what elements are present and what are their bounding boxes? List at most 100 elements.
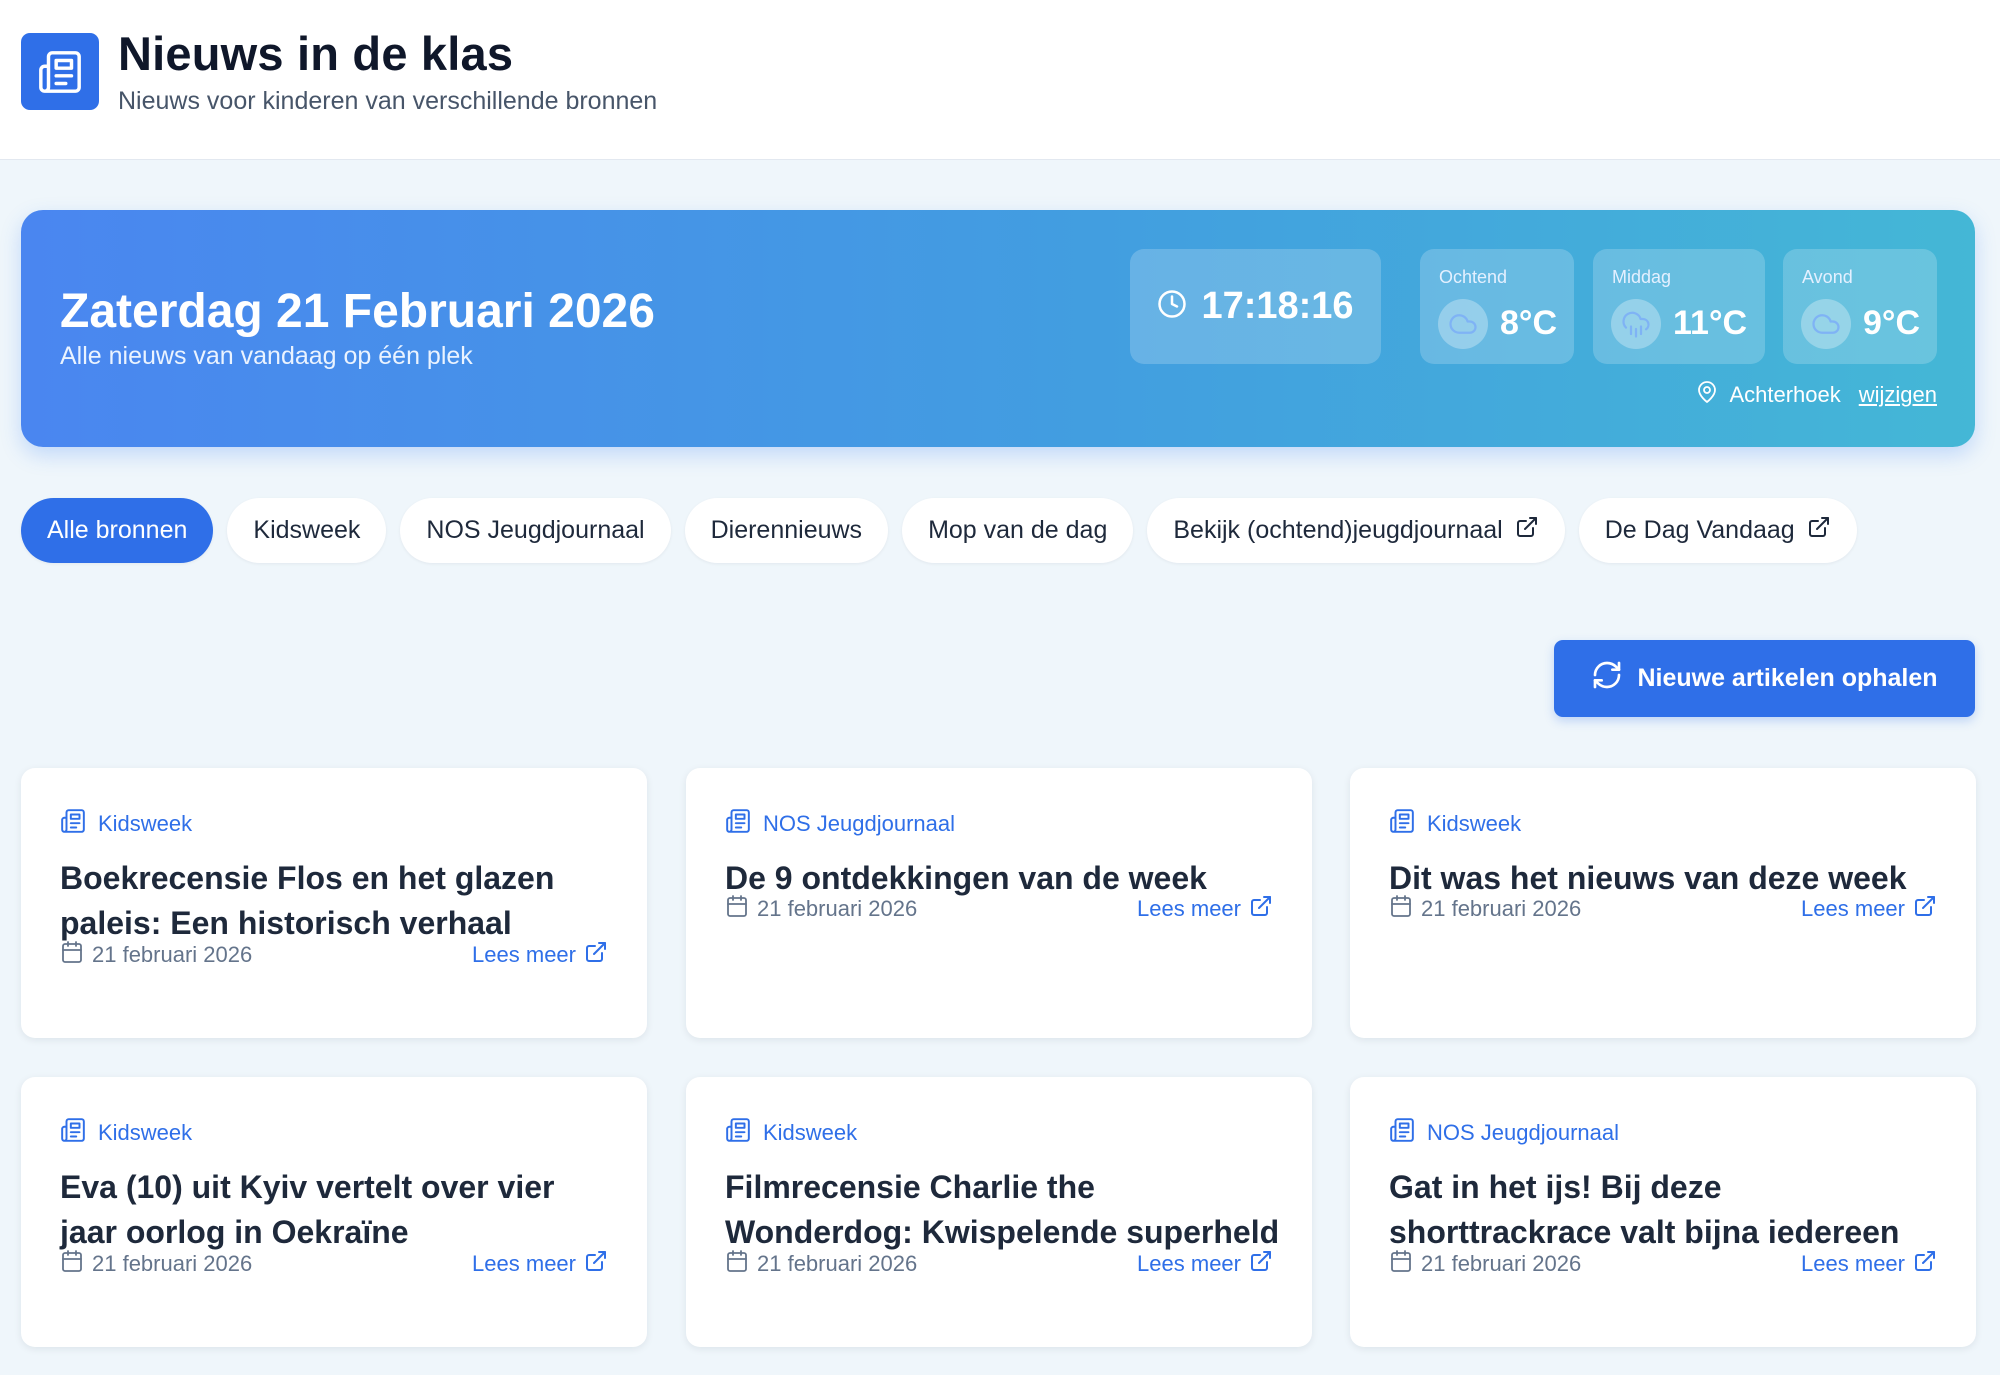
read-more-link[interactable]: Lees meer <box>1801 894 1937 924</box>
article-source-label: Kidsweek <box>763 1120 858 1145</box>
article-card[interactable]: Kidsweek Boekrecensie Flos en het glazen… <box>21 768 647 1038</box>
weather-label: Ochtend <box>1439 267 1508 287</box>
newspaper-icon <box>60 1117 86 1149</box>
article-source-label: Kidsweek <box>1427 811 1522 836</box>
newspaper-icon <box>725 1117 751 1149</box>
article-meta: 21 februari 2026 Lees meer <box>60 940 608 970</box>
calendar-icon <box>1389 894 1413 924</box>
article-date: 21 februari 2026 <box>60 1249 252 1279</box>
weather-evening: Avond 9°C <box>1783 249 1937 364</box>
calendar-icon <box>1389 1249 1413 1279</box>
filter-label: De Dag Vandaag <box>1604 516 1795 544</box>
article-card[interactable]: NOS Jeugdjournaal De 9 ontdekkingen van … <box>686 768 1312 1038</box>
cloud-icon <box>1801 299 1851 349</box>
newspaper-icon <box>60 808 86 840</box>
weather-temp: 11°C <box>1673 304 1748 342</box>
weather-afternoon: Middag 11°C <box>1593 249 1765 364</box>
filter-label: Dierennieuws <box>710 516 863 544</box>
refresh-label: Nieuwe artikelen ophalen <box>1637 664 1938 692</box>
newspaper-icon <box>1389 1117 1415 1149</box>
weather-morning: Ochtend 8°C <box>1420 249 1574 364</box>
refresh-icon <box>1591 659 1623 698</box>
weather-temp: 9°C <box>1863 304 1921 342</box>
article-source-label: NOS Jeugdjournaal <box>763 811 956 836</box>
calendar-icon <box>725 1249 749 1279</box>
external-link-icon <box>584 940 608 970</box>
external-link-icon <box>1913 1249 1937 1279</box>
article-date-label: 21 februari 2026 <box>1421 896 1582 921</box>
weather-label: Avond <box>1802 267 1853 287</box>
article-source: NOS Jeugdjournaal <box>725 808 955 840</box>
article-source: Kidsweek <box>60 1117 192 1149</box>
article-card[interactable]: Kidsweek Dit was het nieuws van deze wee… <box>1350 768 1976 1038</box>
read-more-link[interactable]: Lees meer <box>1801 1249 1937 1279</box>
external-link-icon <box>1249 1249 1273 1279</box>
filter-label: Bekijk (ochtend)jeugdjournaal <box>1173 516 1503 544</box>
banner-subtitle: Alle nieuws van vandaag op één plek <box>60 342 473 370</box>
newspaper-icon <box>21 33 99 110</box>
article-title[interactable]: Eva (10) uit Kyiv vertelt over vier jaar… <box>60 1165 615 1255</box>
external-link-icon <box>1807 515 1831 546</box>
article-card[interactable]: Kidsweek Filmrecensie Charlie the Wonder… <box>686 1077 1312 1347</box>
filter-label: Kidsweek <box>253 516 361 544</box>
article-date-label: 21 februari 2026 <box>1421 1251 1582 1276</box>
article-date: 21 februari 2026 <box>1389 894 1581 924</box>
change-location-link[interactable]: wijzigen <box>1859 382 1937 408</box>
read-more-label: Lees meer <box>472 942 576 967</box>
read-more-link[interactable]: Lees meer <box>472 940 608 970</box>
app-title: Nieuws in de klas <box>118 27 514 80</box>
filter-kidsweek[interactable]: Kidsweek <box>227 498 387 563</box>
article-date-label: 21 februari 2026 <box>92 1251 253 1276</box>
link-ochtendjeugdjournaal[interactable]: Bekijk (ochtend)jeugdjournaal <box>1147 498 1565 563</box>
read-more-label: Lees meer <box>472 1251 576 1276</box>
article-date: 21 februari 2026 <box>1389 1249 1581 1279</box>
article-date: 21 februari 2026 <box>725 894 917 924</box>
date-weather-banner: Zaterdag 21 Februari 2026 Alle nieuws va… <box>21 210 1975 447</box>
app-subtitle: Nieuws voor kinderen van verschillende b… <box>118 87 658 115</box>
link-de-dag-vandaag[interactable]: De Dag Vandaag <box>1578 498 1857 563</box>
article-card[interactable]: Kidsweek Eva (10) uit Kyiv vertelt over … <box>21 1077 647 1347</box>
article-source: Kidsweek <box>60 808 192 840</box>
article-source-label: NOS Jeugdjournaal <box>1427 1120 1620 1145</box>
refresh-articles-button[interactable]: Nieuwe artikelen ophalen <box>1554 640 1975 717</box>
cloud-icon <box>1438 299 1488 349</box>
external-link-icon <box>584 1249 608 1279</box>
article-meta: 21 februari 2026 Lees meer <box>1389 1249 1937 1279</box>
clock-icon <box>1157 289 1187 324</box>
current-date: Zaterdag 21 Februari 2026 <box>60 285 655 338</box>
map-pin-icon <box>1695 380 1719 410</box>
read-more-label: Lees meer <box>1137 896 1241 921</box>
article-meta: 21 februari 2026 Lees meer <box>1389 894 1937 924</box>
calendar-icon <box>60 940 84 970</box>
filter-nos-jeugdjournaal[interactable]: NOS Jeugdjournaal <box>400 498 671 563</box>
read-more-label: Lees meer <box>1801 896 1905 921</box>
article-meta: 21 februari 2026 Lees meer <box>725 894 1273 924</box>
calendar-icon <box>725 894 749 924</box>
external-link-icon <box>1249 894 1273 924</box>
source-filter-bar: Alle bronnen Kidsweek NOS Jeugdjournaal … <box>21 498 1857 563</box>
article-date-label: 21 februari 2026 <box>757 896 918 921</box>
app-header: Nieuws in de klas Nieuws voor kinderen v… <box>0 0 2000 160</box>
read-more-label: Lees meer <box>1801 1251 1905 1276</box>
read-more-link[interactable]: Lees meer <box>1137 1249 1273 1279</box>
article-date-label: 21 februari 2026 <box>757 1251 918 1276</box>
article-source-label: Kidsweek <box>98 1120 193 1145</box>
read-more-link[interactable]: Lees meer <box>1137 894 1273 924</box>
weather-temp: 8°C <box>1500 304 1558 342</box>
article-source: NOS Jeugdjournaal <box>1389 1117 1619 1149</box>
article-card[interactable]: NOS Jeugdjournaal Gat in het ijs! Bij de… <box>1350 1077 1976 1347</box>
newspaper-icon <box>725 808 751 840</box>
external-link-icon <box>1913 894 1937 924</box>
article-source: Kidsweek <box>725 1117 857 1149</box>
filter-dierennieuws[interactable]: Dierennieuws <box>684 498 889 563</box>
external-link-icon <box>1515 515 1539 546</box>
article-date: 21 februari 2026 <box>725 1249 917 1279</box>
filter-all-sources[interactable]: Alle bronnen <box>21 498 214 563</box>
filter-mop-van-de-dag[interactable]: Mop van de dag <box>902 498 1134 563</box>
article-title[interactable]: Filmrecensie Charlie the Wonderdog: Kwis… <box>725 1165 1280 1255</box>
read-more-link[interactable]: Lees meer <box>472 1249 608 1279</box>
article-title[interactable]: Boekrecensie Flos en het glazen paleis: … <box>60 856 615 946</box>
article-title[interactable]: Gat in het ijs! Bij deze shorttrackrace … <box>1389 1165 1944 1255</box>
calendar-icon <box>60 1249 84 1279</box>
location-name: Achterhoek <box>1729 382 1841 407</box>
